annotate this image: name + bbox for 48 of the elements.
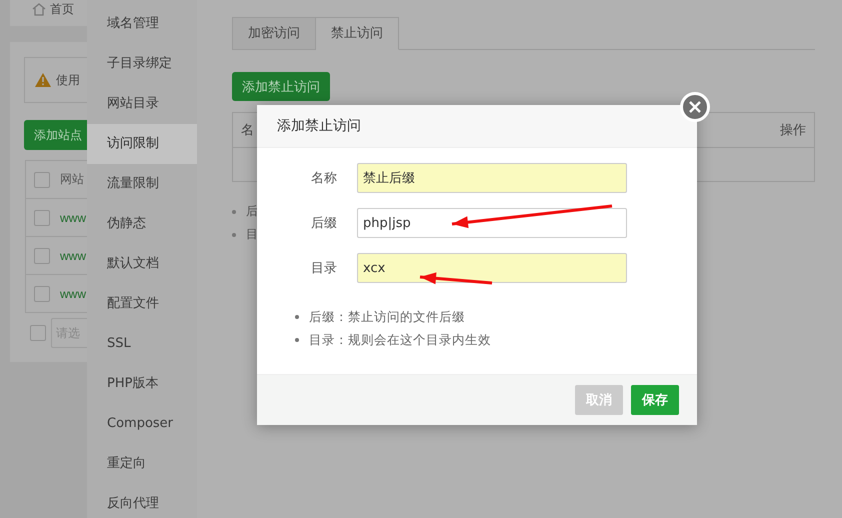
menu-item[interactable]: 子目录绑定 — [87, 44, 197, 84]
menu-item[interactable]: 反向代理 — [87, 484, 197, 518]
note-text: 目 — [246, 226, 258, 243]
bullet-icon — [232, 232, 236, 236]
add-site-button[interactable]: 添加站点 — [24, 120, 87, 150]
menu-item[interactable]: 域名管理 — [87, 4, 197, 44]
note-text: 后 — [246, 203, 258, 220]
field-label: 目录 — [310, 260, 337, 277]
home-label[interactable]: 首页 — [50, 1, 74, 18]
add-rule-button[interactable]: 添加禁止访问 — [232, 72, 330, 101]
menu-item[interactable]: 默认文档 — [87, 244, 197, 284]
warning-icon — [35, 73, 51, 87]
field-label: 名称 — [310, 170, 337, 187]
warning-text: 使用 — [56, 72, 80, 88]
menu-item[interactable]: 网站目录 — [87, 84, 197, 124]
tab[interactable]: 加密访问 — [232, 17, 316, 50]
bullet-icon — [295, 314, 299, 318]
input-field[interactable]: xcx — [357, 253, 627, 283]
bullet-icon — [232, 210, 236, 214]
menu-item[interactable]: Composer — [87, 404, 197, 444]
site-link[interactable]: www — [60, 248, 86, 262]
checkbox[interactable] — [30, 325, 46, 341]
home-icon — [32, 3, 46, 16]
menu-item[interactable]: 访问限制 — [87, 124, 197, 164]
input-field[interactable]: php|jsp — [357, 208, 627, 238]
dialog-title: 添加禁止访问 — [277, 117, 361, 135]
menu-item[interactable]: 重定向 — [87, 444, 197, 484]
checkbox[interactable] — [34, 172, 50, 188]
menu-item[interactable]: PHP版本 — [87, 364, 197, 404]
site-link[interactable]: www — [60, 210, 86, 224]
column-header: 操作 — [780, 122, 806, 139]
help-text: 后缀：禁止访问的文件后缀 — [309, 308, 465, 326]
column-header: 名 — [241, 122, 254, 139]
menu-item[interactable]: 流量限制 — [87, 164, 197, 204]
checkbox[interactable] — [34, 248, 50, 264]
menu-item[interactable]: SSL — [87, 324, 197, 364]
bullet-icon — [295, 338, 299, 342]
checkbox[interactable] — [34, 286, 50, 302]
menu-item[interactable]: 配置文件 — [87, 284, 197, 324]
menu-item[interactable]: 伪静态 — [87, 204, 197, 244]
column-header: 网站 — [60, 171, 84, 188]
save-button[interactable]: 保存 — [631, 385, 679, 415]
site-link[interactable]: www — [60, 286, 86, 300]
tab[interactable]: 禁止访问 — [316, 17, 399, 50]
input-field[interactable]: 禁止后缀 — [357, 163, 627, 193]
checkbox[interactable] — [34, 210, 50, 226]
field-label: 后缀 — [310, 215, 337, 232]
help-text: 目录：规则会在这个目录内生效 — [309, 331, 491, 349]
